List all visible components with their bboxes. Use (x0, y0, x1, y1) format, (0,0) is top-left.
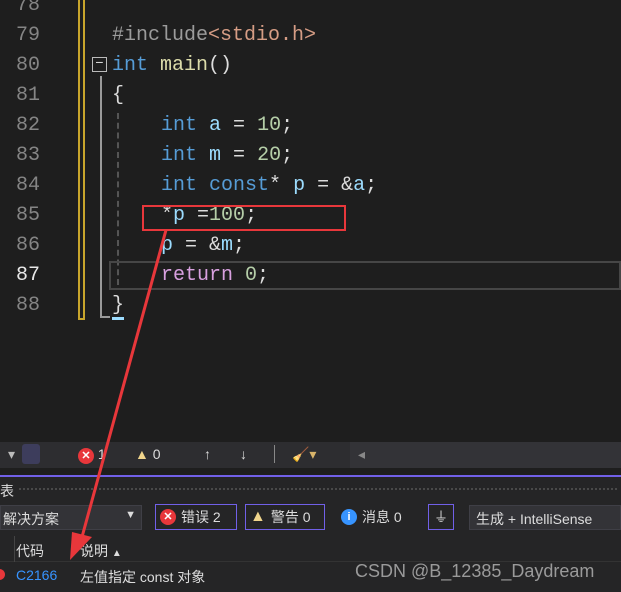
watermark: CSDN @B_12385_Daydream (355, 561, 595, 581)
annotation-arrow (70, 229, 168, 560)
